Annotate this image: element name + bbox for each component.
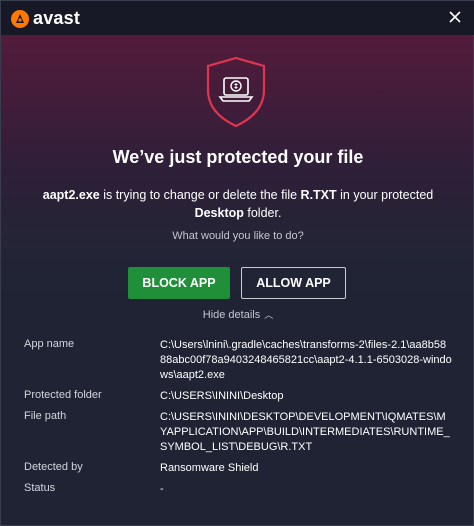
- shield-laptop-icon: [206, 56, 266, 128]
- ransomware-alert-window: avast We’ve just protected your file aap…: [0, 0, 474, 526]
- detail-label: Detected by: [24, 461, 83, 473]
- close-button[interactable]: [445, 7, 465, 27]
- hide-details-toggle[interactable]: Hide details ︿: [1, 308, 474, 321]
- alert-headline: We’ve just protected your file: [112, 147, 364, 167]
- close-icon: [449, 11, 461, 23]
- detail-value: C:\USERS\ININI\Desktop: [160, 390, 284, 402]
- chevron-up-icon: ︿: [264, 310, 274, 320]
- folder-name: Desktop: [194, 206, 244, 220]
- message-text-3: folder.: [243, 206, 282, 220]
- detail-label: Protected folder: [24, 389, 102, 401]
- alert-message: aapt2.exe is trying to change or delete …: [21, 186, 455, 222]
- detail-label: App name: [24, 338, 75, 350]
- title-bar: avast: [1, 1, 474, 35]
- detail-label: File path: [24, 410, 67, 422]
- detail-value: C:\USERS\ININI\DESKTOP\DEVELOPMENT\IQMAT…: [160, 411, 450, 453]
- allow-app-button[interactable]: ALLOW APP: [241, 267, 346, 299]
- file-name: R.TXT: [300, 188, 337, 202]
- action-question: What would you like to do?: [172, 230, 304, 242]
- avast-logo: avast: [10, 8, 80, 29]
- detail-value: C:\Users\lnini\.gradle\caches\transforms…: [160, 339, 452, 381]
- detail-value: Ransomware Shield: [160, 462, 259, 474]
- block-app-button[interactable]: BLOCK APP: [128, 267, 230, 299]
- brand-name: avast: [33, 8, 81, 28]
- process-name: aapt2.exe: [42, 188, 100, 202]
- hide-details-label: Hide details: [202, 309, 261, 321]
- message-text-2: in your protected: [336, 188, 434, 202]
- avast-logo-icon: [11, 9, 29, 28]
- detail-value: -: [160, 483, 164, 495]
- detail-label: Status: [24, 482, 56, 494]
- message-text-1: is trying to change or delete the file: [99, 188, 301, 202]
